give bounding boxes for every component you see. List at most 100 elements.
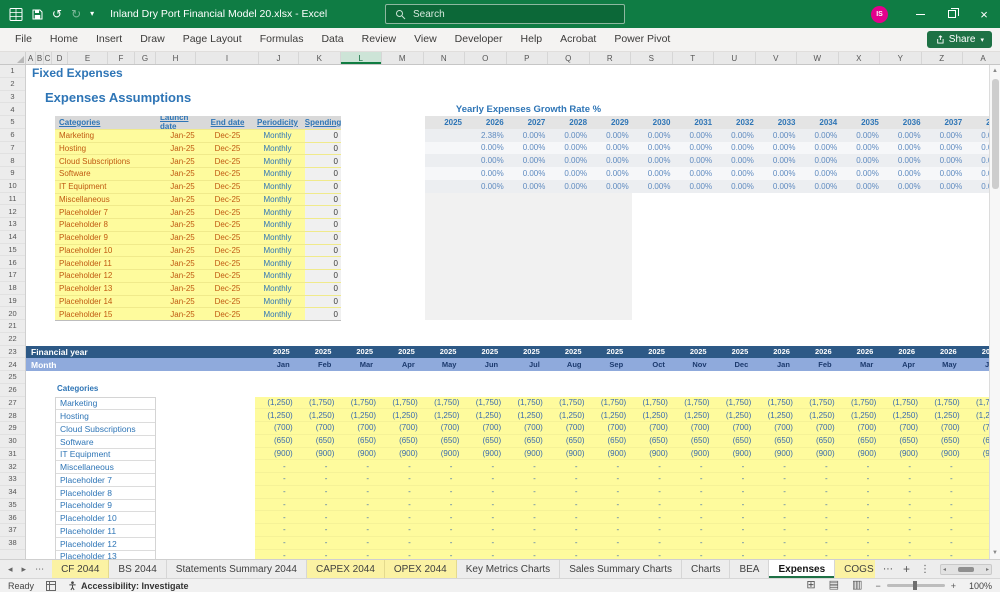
value-cell[interactable]: (650) bbox=[839, 435, 881, 447]
assumption-launch-date-cell[interactable]: Jan-25 bbox=[160, 181, 205, 193]
assumption-launch-date-cell[interactable]: Jan-25 bbox=[160, 219, 205, 231]
assumption-end-date-cell[interactable]: Dec-25 bbox=[205, 181, 250, 193]
value-cell[interactable]: - bbox=[922, 511, 964, 523]
value-cell[interactable]: - bbox=[672, 550, 714, 559]
row-header[interactable]: 1 bbox=[0, 65, 25, 78]
value-cell[interactable]: - bbox=[463, 537, 505, 549]
value-cell[interactable]: - bbox=[797, 550, 839, 559]
assumption-end-date-cell[interactable]: Dec-25 bbox=[205, 245, 250, 257]
row-header[interactable]: 2 bbox=[0, 78, 25, 91]
column-header[interactable]: N bbox=[424, 52, 465, 64]
value-cell[interactable]: (1,750) bbox=[297, 397, 339, 409]
sheet-tab-charts[interactable]: Charts bbox=[682, 560, 731, 578]
value-cell[interactable]: - bbox=[505, 537, 547, 549]
assumption-end-date-cell[interactable]: Dec-25 bbox=[205, 219, 250, 231]
assumption-periodicity-cell[interactable]: Monthly bbox=[250, 245, 305, 257]
value-cell[interactable]: (1,250) bbox=[547, 409, 589, 421]
sheet-tab-expenses[interactable]: Expenses bbox=[769, 560, 836, 578]
growth-rate-cell[interactable]: 0.00% bbox=[717, 142, 759, 155]
value-cell[interactable]: - bbox=[630, 460, 672, 472]
row-header[interactable]: 23 bbox=[0, 346, 25, 359]
value-cell[interactable]: (700) bbox=[630, 422, 672, 434]
value-cell[interactable]: (700) bbox=[547, 422, 589, 434]
sheet-tab-key-metrics-charts[interactable]: Key Metrics Charts bbox=[457, 560, 561, 578]
zoom-out-icon[interactable]: − bbox=[875, 581, 880, 591]
value-cell[interactable]: - bbox=[380, 499, 422, 511]
value-cell[interactable]: (900) bbox=[755, 448, 797, 460]
value-cell[interactable]: - bbox=[755, 550, 797, 559]
value-cell[interactable]: - bbox=[255, 499, 297, 511]
row-header[interactable]: 24 bbox=[0, 358, 25, 371]
value-cell[interactable]: (1,250) bbox=[297, 409, 339, 421]
value-cell[interactable]: (650) bbox=[505, 435, 547, 447]
value-cell[interactable]: - bbox=[880, 550, 922, 559]
assumption-launch-date-cell[interactable]: Jan-25 bbox=[160, 130, 205, 142]
value-cell[interactable]: (1,250) bbox=[880, 409, 922, 421]
value-cell[interactable]: - bbox=[630, 524, 672, 536]
undo-icon[interactable]: ↺ bbox=[52, 8, 62, 20]
category-cell[interactable]: Placeholder 10 bbox=[56, 512, 155, 525]
value-cell[interactable]: - bbox=[797, 486, 839, 498]
row-header[interactable]: 18 bbox=[0, 282, 25, 295]
value-cell[interactable]: - bbox=[755, 473, 797, 485]
assumption-end-date-cell[interactable]: Dec-25 bbox=[205, 194, 250, 206]
value-cell[interactable]: - bbox=[880, 473, 922, 485]
row-header[interactable]: 9 bbox=[0, 167, 25, 180]
value-cell[interactable]: - bbox=[714, 537, 756, 549]
growth-rate-cell[interactable]: 0.00% bbox=[884, 167, 926, 180]
value-cell[interactable]: (700) bbox=[672, 422, 714, 434]
growth-rate-cell[interactable]: 0.00% bbox=[592, 154, 634, 167]
column-header[interactable]: B bbox=[36, 52, 44, 64]
share-button[interactable]: Share ▾ bbox=[926, 31, 992, 48]
row-header[interactable]: 13 bbox=[0, 218, 25, 231]
value-cell[interactable]: - bbox=[672, 524, 714, 536]
value-cell[interactable]: (1,250) bbox=[839, 409, 881, 421]
growth-rate-cell[interactable]: 0.00% bbox=[550, 129, 592, 142]
assumption-end-date-cell[interactable]: Dec-25 bbox=[205, 257, 250, 269]
assumption-periodicity-cell[interactable]: Monthly bbox=[250, 130, 305, 142]
value-cell[interactable]: (900) bbox=[589, 448, 631, 460]
value-cell[interactable]: - bbox=[630, 486, 672, 498]
value-cell[interactable]: - bbox=[297, 511, 339, 523]
value-cell[interactable]: (650) bbox=[380, 435, 422, 447]
scroll-up-icon[interactable]: ▲ bbox=[992, 65, 998, 77]
value-cell[interactable]: - bbox=[505, 499, 547, 511]
value-cell[interactable]: (1,250) bbox=[630, 409, 672, 421]
assumption-end-date-cell[interactable]: Dec-25 bbox=[205, 130, 250, 142]
value-cell[interactable]: (900) bbox=[672, 448, 714, 460]
value-cell[interactable]: (650) bbox=[630, 435, 672, 447]
close-button[interactable]: × bbox=[968, 0, 1000, 28]
ribbon-tab-view[interactable]: View bbox=[405, 28, 446, 51]
growth-rate-cell[interactable]: 0.00% bbox=[759, 154, 801, 167]
value-cell[interactable]: - bbox=[922, 460, 964, 472]
column-header[interactable]: P bbox=[507, 52, 548, 64]
value-cell[interactable]: - bbox=[672, 499, 714, 511]
growth-rate-cell[interactable]: 0.00% bbox=[509, 142, 551, 155]
assumption-launch-date-cell[interactable]: Jan-25 bbox=[160, 232, 205, 244]
growth-rate-cell[interactable]: 0.00% bbox=[884, 142, 926, 155]
growth-rate-cell[interactable]: 0.00% bbox=[801, 129, 843, 142]
value-cell[interactable]: - bbox=[338, 511, 380, 523]
value-cell[interactable]: (1,750) bbox=[422, 397, 464, 409]
value-cell[interactable]: (700) bbox=[797, 422, 839, 434]
value-cell[interactable]: (700) bbox=[880, 422, 922, 434]
value-cell[interactable]: - bbox=[714, 511, 756, 523]
value-cell[interactable]: - bbox=[839, 460, 881, 472]
value-cell[interactable]: - bbox=[422, 511, 464, 523]
ribbon-tab-review[interactable]: Review bbox=[353, 28, 405, 51]
growth-rate-cell[interactable]: 0.00% bbox=[550, 180, 592, 193]
value-cell[interactable]: (900) bbox=[505, 448, 547, 460]
growth-rate-cell[interactable]: 0.00% bbox=[675, 180, 717, 193]
vertical-scrollbar[interactable]: ▲ ▼ bbox=[989, 65, 1000, 559]
value-cell[interactable]: - bbox=[297, 550, 339, 559]
value-cell[interactable]: (1,250) bbox=[338, 409, 380, 421]
assumption-periodicity-cell[interactable]: Monthly bbox=[250, 232, 305, 244]
ribbon-tab-formulas[interactable]: Formulas bbox=[251, 28, 313, 51]
value-cell[interactable]: (1,750) bbox=[797, 397, 839, 409]
ribbon-tab-power-pivot[interactable]: Power Pivot bbox=[605, 28, 679, 51]
value-cell[interactable]: (1,250) bbox=[714, 409, 756, 421]
hscroll-left-icon[interactable]: ◂ bbox=[943, 566, 946, 573]
value-cell[interactable]: - bbox=[880, 511, 922, 523]
value-cell[interactable]: - bbox=[380, 486, 422, 498]
zoom-slider[interactable] bbox=[886, 581, 945, 590]
